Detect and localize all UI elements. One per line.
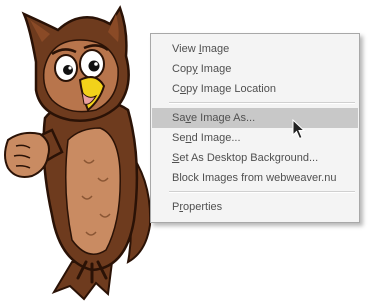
menu-item-copy-image[interactable]: Copy Image (152, 59, 358, 79)
menu-item-save-image-as[interactable]: Save Image As... (152, 108, 358, 128)
menu-separator (169, 191, 355, 193)
owl-left-pupil (63, 65, 73, 75)
menu-item-copy-image-location[interactable]: Copy Image Location (152, 79, 358, 99)
menu-item-set-as-desktop-background[interactable]: Set As Desktop Background... (152, 148, 358, 168)
menu-item-send-image[interactable]: Send Image... (152, 128, 358, 148)
owl-belly (65, 127, 121, 255)
owl-right-pupil (88, 60, 100, 72)
arrow-cursor-icon (292, 119, 306, 140)
owl-pointing-fist (4, 131, 50, 178)
context-menu: View Image Copy Image Copy Image Locatio… (150, 33, 360, 223)
menu-item-view-image[interactable]: View Image (152, 39, 358, 59)
menu-item-properties[interactable]: Properties (152, 197, 358, 217)
menu-item-block-images[interactable]: Block Images from webweaver.nu (152, 168, 358, 188)
menu-separator (169, 102, 355, 104)
